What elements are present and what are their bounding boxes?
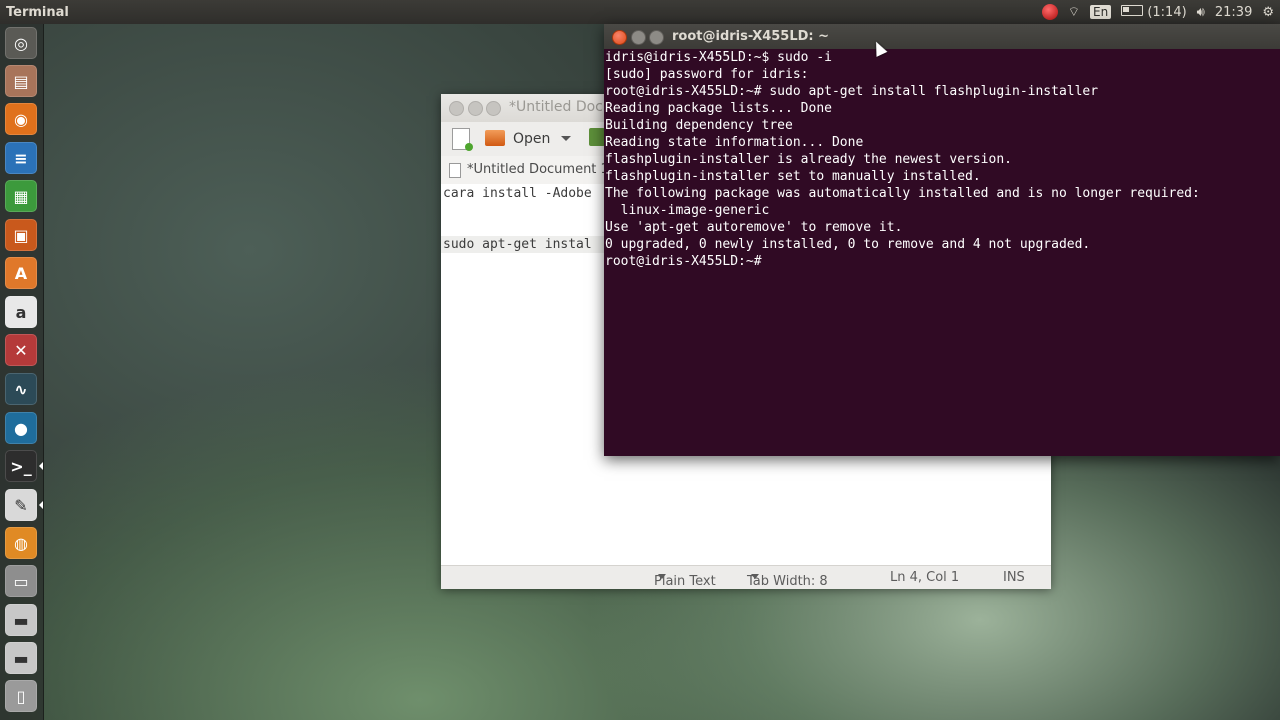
window-title: *Untitled Doc bbox=[509, 99, 603, 115]
software-center-icon[interactable]: A bbox=[5, 257, 37, 289]
libreoffice-calc-icon[interactable]: ▦ bbox=[5, 180, 37, 212]
running-indicator-icon bbox=[39, 462, 43, 470]
dash-home-icon[interactable]: ◎ bbox=[5, 27, 37, 59]
terminal-line: [sudo] password for idris: bbox=[605, 67, 809, 82]
terminal-line: Use 'apt-get autoremove' to remove it. bbox=[605, 220, 903, 235]
new-document-icon[interactable] bbox=[452, 128, 473, 151]
terminal-line: Reading package lists... Done bbox=[605, 101, 832, 116]
open-button[interactable]: Open bbox=[513, 131, 550, 147]
terminal-output[interactable]: idris@idris-X455LD:~$ sudo -i [sudo] pass… bbox=[604, 49, 1280, 456]
save-icon[interactable] bbox=[589, 128, 605, 146]
open-folder-icon[interactable] bbox=[485, 130, 505, 146]
maximize-button[interactable] bbox=[649, 30, 664, 45]
insert-mode: INS bbox=[1003, 570, 1025, 585]
terminal-titlebar[interactable]: root@idris-X455LD: ~ bbox=[604, 24, 1280, 49]
open-dropdown-arrow-icon[interactable] bbox=[561, 136, 571, 141]
running-indicator-icon bbox=[39, 501, 43, 509]
chevron-down-icon bbox=[751, 574, 759, 579]
storage-device-2-icon[interactable]: ▬ bbox=[5, 642, 37, 674]
files-icon[interactable]: ▤ bbox=[5, 65, 37, 97]
drive-icon[interactable]: ▭ bbox=[5, 565, 37, 597]
terminal-line: idris@idris-X455LD:~$ sudo -i bbox=[605, 50, 832, 65]
chevron-down-icon bbox=[658, 574, 666, 579]
maximize-button[interactable] bbox=[486, 101, 501, 116]
volume-icon[interactable]: 🔊︎ bbox=[1197, 5, 1205, 20]
terminal-line: root@idris-X455LD:~# bbox=[605, 254, 770, 269]
terminal-line: Building dependency tree bbox=[605, 118, 793, 133]
minimize-button[interactable] bbox=[631, 30, 646, 45]
terminal-icon[interactable]: >_ bbox=[5, 450, 37, 482]
firefox-icon[interactable]: ◉ bbox=[5, 103, 37, 135]
terminal-line: flashplugin-installer is already the new… bbox=[605, 152, 1012, 167]
record-indicator-icon[interactable] bbox=[1041, 4, 1058, 20]
libreoffice-writer-icon[interactable]: ≡ bbox=[5, 142, 37, 174]
terminal-line: linux-image-generic bbox=[605, 203, 770, 218]
system-monitor-icon[interactable]: ∿ bbox=[5, 373, 37, 405]
keyboard-layout-indicator[interactable]: En bbox=[1090, 5, 1112, 19]
trash-icon[interactable]: ▯ bbox=[5, 680, 37, 712]
terminal-line: flashplugin-installer set to manually in… bbox=[605, 169, 981, 184]
document-icon bbox=[449, 163, 461, 178]
minimize-button[interactable] bbox=[468, 101, 483, 116]
terminal-window: root@idris-X455LD: ~ idris@idris-X455LD:… bbox=[604, 24, 1280, 456]
status-bar: Plain Text Tab Width: 8 Ln 4, Col 1 INS bbox=[441, 565, 1051, 589]
libreoffice-impress-icon[interactable]: ▣ bbox=[5, 219, 37, 251]
browser-globe-icon[interactable]: ● bbox=[5, 412, 37, 444]
system-settings-icon[interactable]: ✕ bbox=[5, 334, 37, 366]
system-tray: ⌔ En (1:14) 🔊︎ 21:39 ⚙ bbox=[1041, 0, 1280, 24]
active-app-title: Terminal bbox=[6, 4, 69, 20]
system-gear-icon[interactable]: ⚙ bbox=[1262, 5, 1274, 20]
clock[interactable]: 21:39 bbox=[1215, 5, 1252, 20]
cursor-position: Ln 4, Col 1 bbox=[890, 570, 960, 585]
terminal-line: root@idris-X455LD:~# sudo apt-get instal… bbox=[605, 84, 1099, 99]
window-title: root@idris-X455LD: ~ bbox=[672, 29, 830, 44]
battery-time: (1:14) bbox=[1147, 4, 1187, 20]
text-editor-icon[interactable]: ✎ bbox=[5, 489, 37, 521]
battery-icon bbox=[1121, 4, 1144, 16]
battery-indicator[interactable]: (1:14) bbox=[1121, 4, 1187, 20]
blender-icon[interactable]: ◍ bbox=[5, 527, 37, 559]
terminal-line: The following package was automatically … bbox=[605, 186, 1200, 201]
amazon-icon[interactable]: a bbox=[5, 296, 37, 328]
storage-device-icon[interactable]: ▬ bbox=[5, 604, 37, 636]
wifi-icon[interactable]: ⌔ bbox=[1068, 4, 1080, 20]
launcher: ◎ ▤ ◉ ≡ ▦ ▣ Aa ✕ ∿ ● >_ ✎ ◍ ▭ ▬ ▬ ▯ bbox=[0, 24, 44, 720]
tab-width-label: Tab Width: 8 bbox=[747, 574, 828, 589]
close-button[interactable] bbox=[449, 101, 464, 116]
terminal-line: 0 upgraded, 0 newly installed, 0 to remo… bbox=[605, 237, 1091, 252]
tab-untitled-document[interactable]: *Untitled Document 1 bbox=[467, 162, 609, 177]
top-panel: Terminal ⌔ En (1:14) 🔊︎ 21:39 ⚙ bbox=[0, 0, 1280, 24]
terminal-line: Reading state information... Done bbox=[605, 135, 864, 150]
close-button[interactable] bbox=[612, 30, 627, 45]
editor-line: cara install -Adobe bbox=[443, 186, 592, 201]
